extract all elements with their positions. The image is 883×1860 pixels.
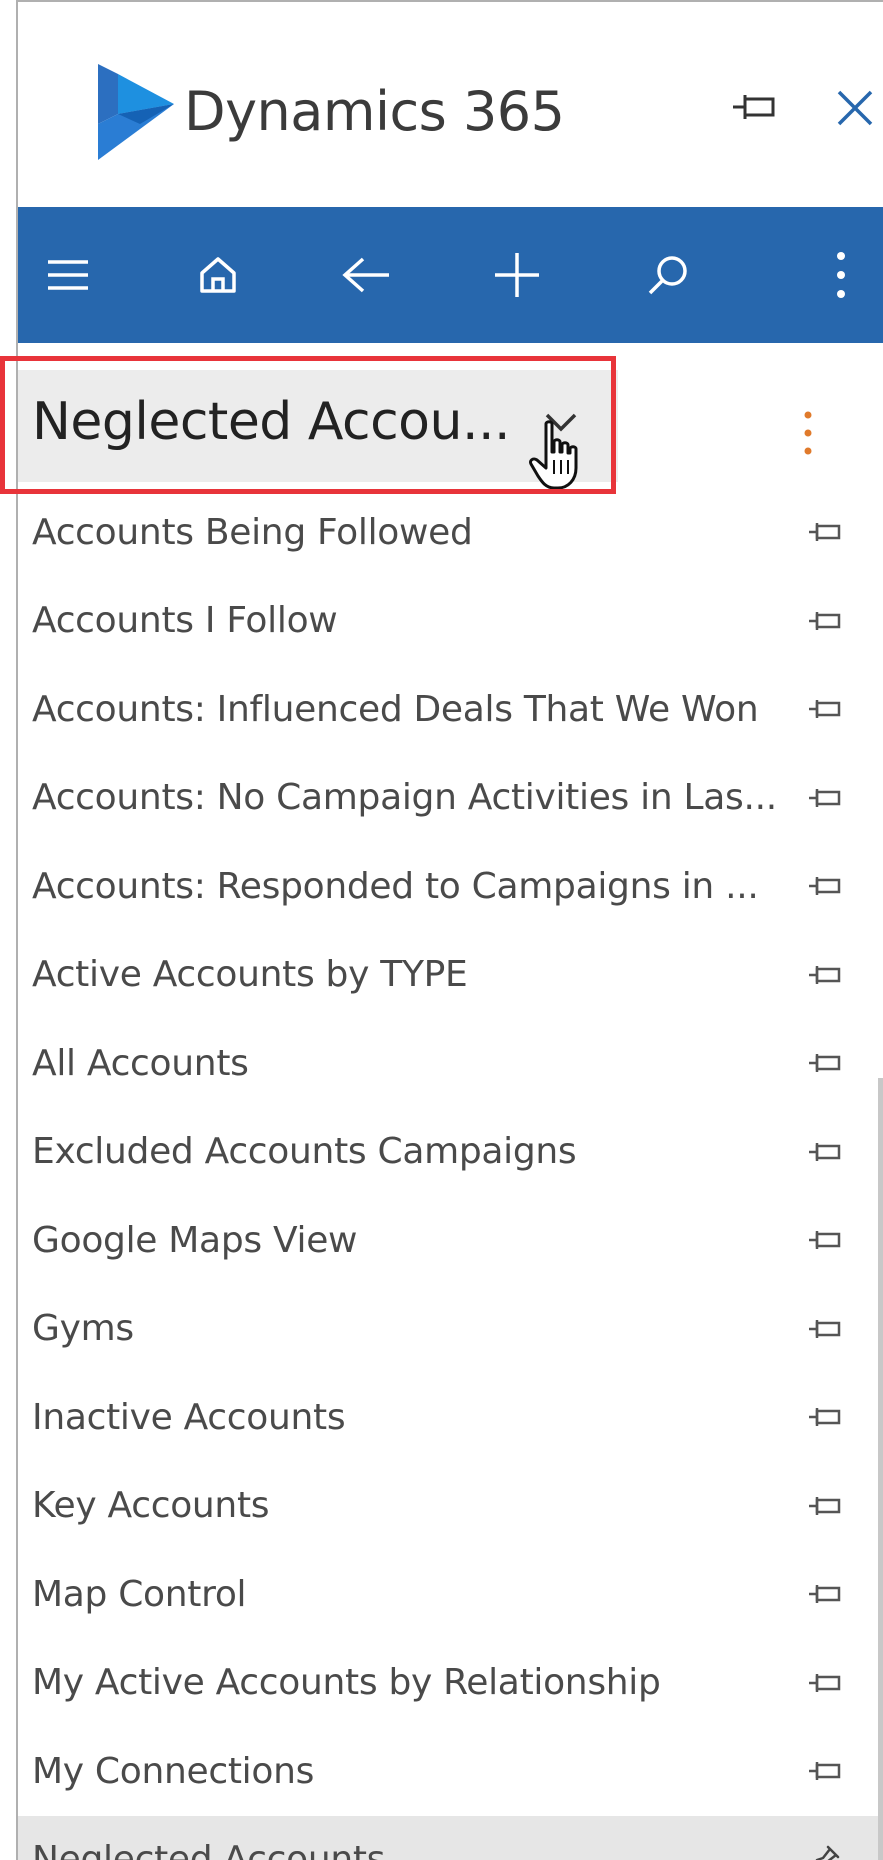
back-arrow-icon xyxy=(342,257,389,293)
pin-icon[interactable] xyxy=(808,786,842,810)
app-title: Dynamics 365 xyxy=(184,80,565,143)
view-list-item[interactable]: Map Control xyxy=(18,1550,883,1639)
pin-icon[interactable] xyxy=(808,1671,842,1695)
view-list-item[interactable]: Inactive Accounts xyxy=(18,1373,883,1462)
scrollbar[interactable] xyxy=(878,1078,883,1860)
pin-icon[interactable] xyxy=(808,1582,842,1606)
view-list-item[interactable]: Accounts: Influenced Deals That We Won xyxy=(18,665,883,754)
hamburger-icon xyxy=(48,260,88,290)
command-toolbar xyxy=(18,207,883,343)
pin-icon[interactable] xyxy=(808,1140,842,1164)
view-list-item-label: Neglected Accounts xyxy=(32,1839,386,1860)
pin-icon[interactable] xyxy=(808,1317,842,1341)
view-list-item-label: My Active Accounts by Relationship xyxy=(32,1662,661,1704)
more-button[interactable] xyxy=(798,207,883,343)
view-list-item[interactable]: Neglected Accounts xyxy=(18,1815,883,1860)
view-list-item-label: Map Control xyxy=(32,1573,247,1615)
home-icon xyxy=(200,257,236,293)
view-selector-highlight xyxy=(0,356,616,494)
view-list-item[interactable]: Accounts: Responded to Campaigns in ... xyxy=(18,842,883,931)
pin-icon[interactable] xyxy=(808,1494,842,1518)
view-list-item-label: Accounts Being Followed xyxy=(32,511,473,553)
pin-icon[interactable] xyxy=(808,1405,842,1429)
view-list: Accounts Being Followed Accounts I Follow… xyxy=(18,488,883,1860)
search-button[interactable] xyxy=(618,207,718,343)
view-list-item-label: Accounts: No Campaign Activities in Las.… xyxy=(32,777,777,819)
view-list-item-label: Excluded Accounts Campaigns xyxy=(32,1131,577,1173)
close-icon[interactable] xyxy=(835,88,875,128)
view-list-item-label: Key Accounts xyxy=(32,1485,270,1527)
pin-icon[interactable] xyxy=(808,1051,842,1075)
dynamics-365-logo-icon xyxy=(98,64,174,160)
view-list-item-label: My Connections xyxy=(32,1750,315,1792)
new-button[interactable] xyxy=(467,207,567,343)
view-list-item[interactable]: My Active Accounts by Relationship xyxy=(18,1639,883,1728)
view-list-item[interactable]: Key Accounts xyxy=(18,1462,883,1551)
view-list-item-label: Google Maps View xyxy=(32,1219,358,1261)
view-list-item[interactable]: Google Maps View xyxy=(18,1196,883,1285)
view-list-item[interactable]: Accounts: No Campaign Activities in Las.… xyxy=(18,754,883,843)
view-list-item[interactable]: Accounts I Follow xyxy=(18,577,883,666)
pin-icon[interactable] xyxy=(808,520,842,544)
app-window: Dynamics 365 Neglected Accou... Accounts… xyxy=(0,0,883,1860)
view-more-options-icon[interactable] xyxy=(796,408,820,458)
pin-icon[interactable] xyxy=(731,90,777,124)
pin-icon[interactable] xyxy=(808,1228,842,1252)
search-icon xyxy=(648,256,687,295)
plus-icon xyxy=(495,253,539,297)
view-list-item-label: Accounts I Follow xyxy=(32,600,338,642)
view-list-item[interactable]: Accounts Being Followed xyxy=(18,488,883,577)
view-list-item-label: All Accounts xyxy=(32,1042,249,1084)
pin-icon[interactable] xyxy=(808,697,842,721)
view-list-item[interactable]: All Accounts xyxy=(18,1019,883,1108)
view-list-item[interactable]: My Connections xyxy=(18,1727,883,1816)
view-list-item-label: Gyms xyxy=(32,1308,134,1350)
view-list-item-label: Accounts: Influenced Deals That We Won xyxy=(32,688,759,730)
pin-icon[interactable] xyxy=(808,874,842,898)
view-list-item-label: Active Accounts by TYPE xyxy=(32,954,468,996)
pin-icon[interactable] xyxy=(808,609,842,633)
more-vertical-icon xyxy=(836,252,845,298)
pinned-icon[interactable] xyxy=(808,1843,842,1860)
app-header: Dynamics 365 xyxy=(18,2,883,207)
pin-icon[interactable] xyxy=(808,963,842,987)
view-list-item[interactable]: Gyms xyxy=(18,1285,883,1374)
view-list-item-label: Inactive Accounts xyxy=(32,1396,346,1438)
view-list-item-label: Accounts: Responded to Campaigns in ... xyxy=(32,865,759,907)
pin-icon[interactable] xyxy=(808,1759,842,1783)
home-button[interactable] xyxy=(168,207,268,343)
view-list-item[interactable]: Active Accounts by TYPE xyxy=(18,931,883,1020)
back-button[interactable] xyxy=(316,207,416,343)
menu-button[interactable] xyxy=(18,207,118,343)
view-list-item[interactable]: Excluded Accounts Campaigns xyxy=(18,1108,883,1197)
